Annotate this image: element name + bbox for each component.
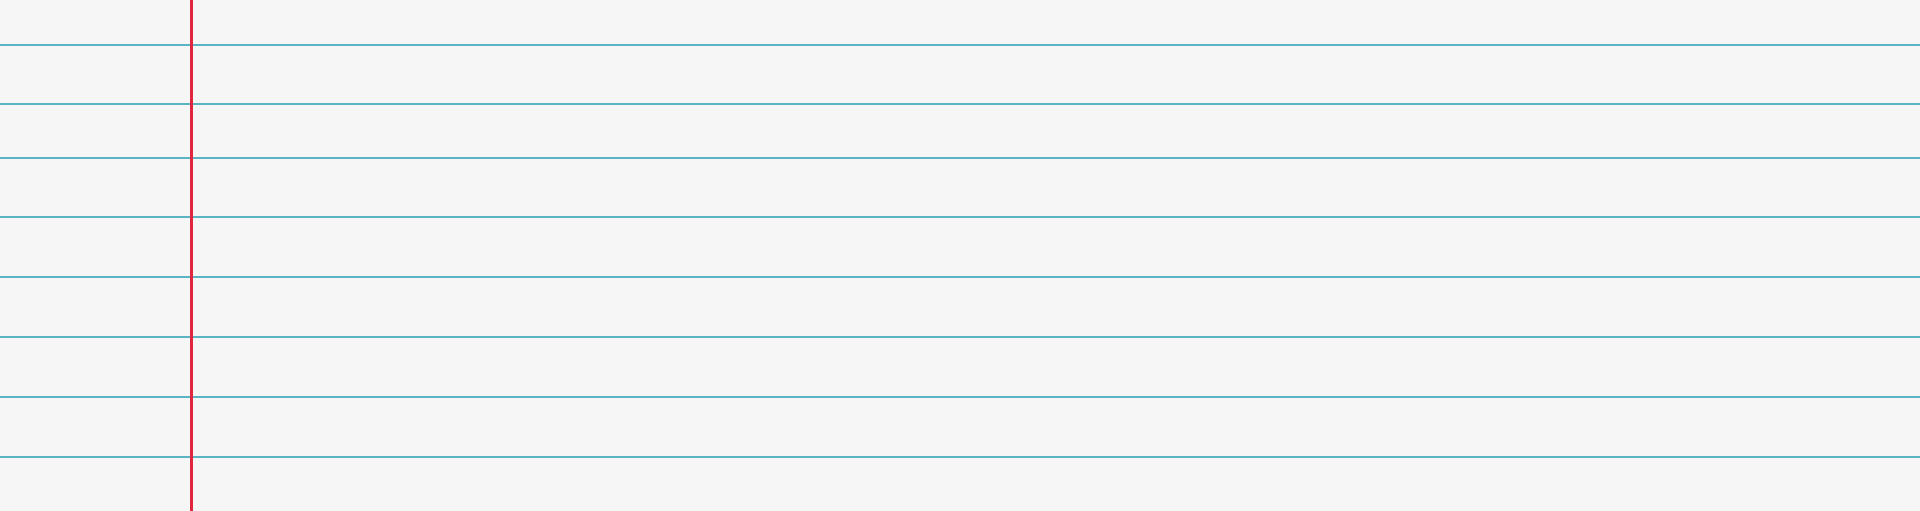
ruled-line <box>0 336 1920 338</box>
ruled-line <box>0 276 1920 278</box>
ruled-line <box>0 456 1920 458</box>
ruled-line <box>0 216 1920 218</box>
ruled-line <box>0 157 1920 159</box>
ruled-line <box>0 44 1920 46</box>
ruled-line <box>0 396 1920 398</box>
ruled-paper <box>0 0 1920 511</box>
margin-line <box>190 0 193 511</box>
ruled-line <box>0 103 1920 105</box>
